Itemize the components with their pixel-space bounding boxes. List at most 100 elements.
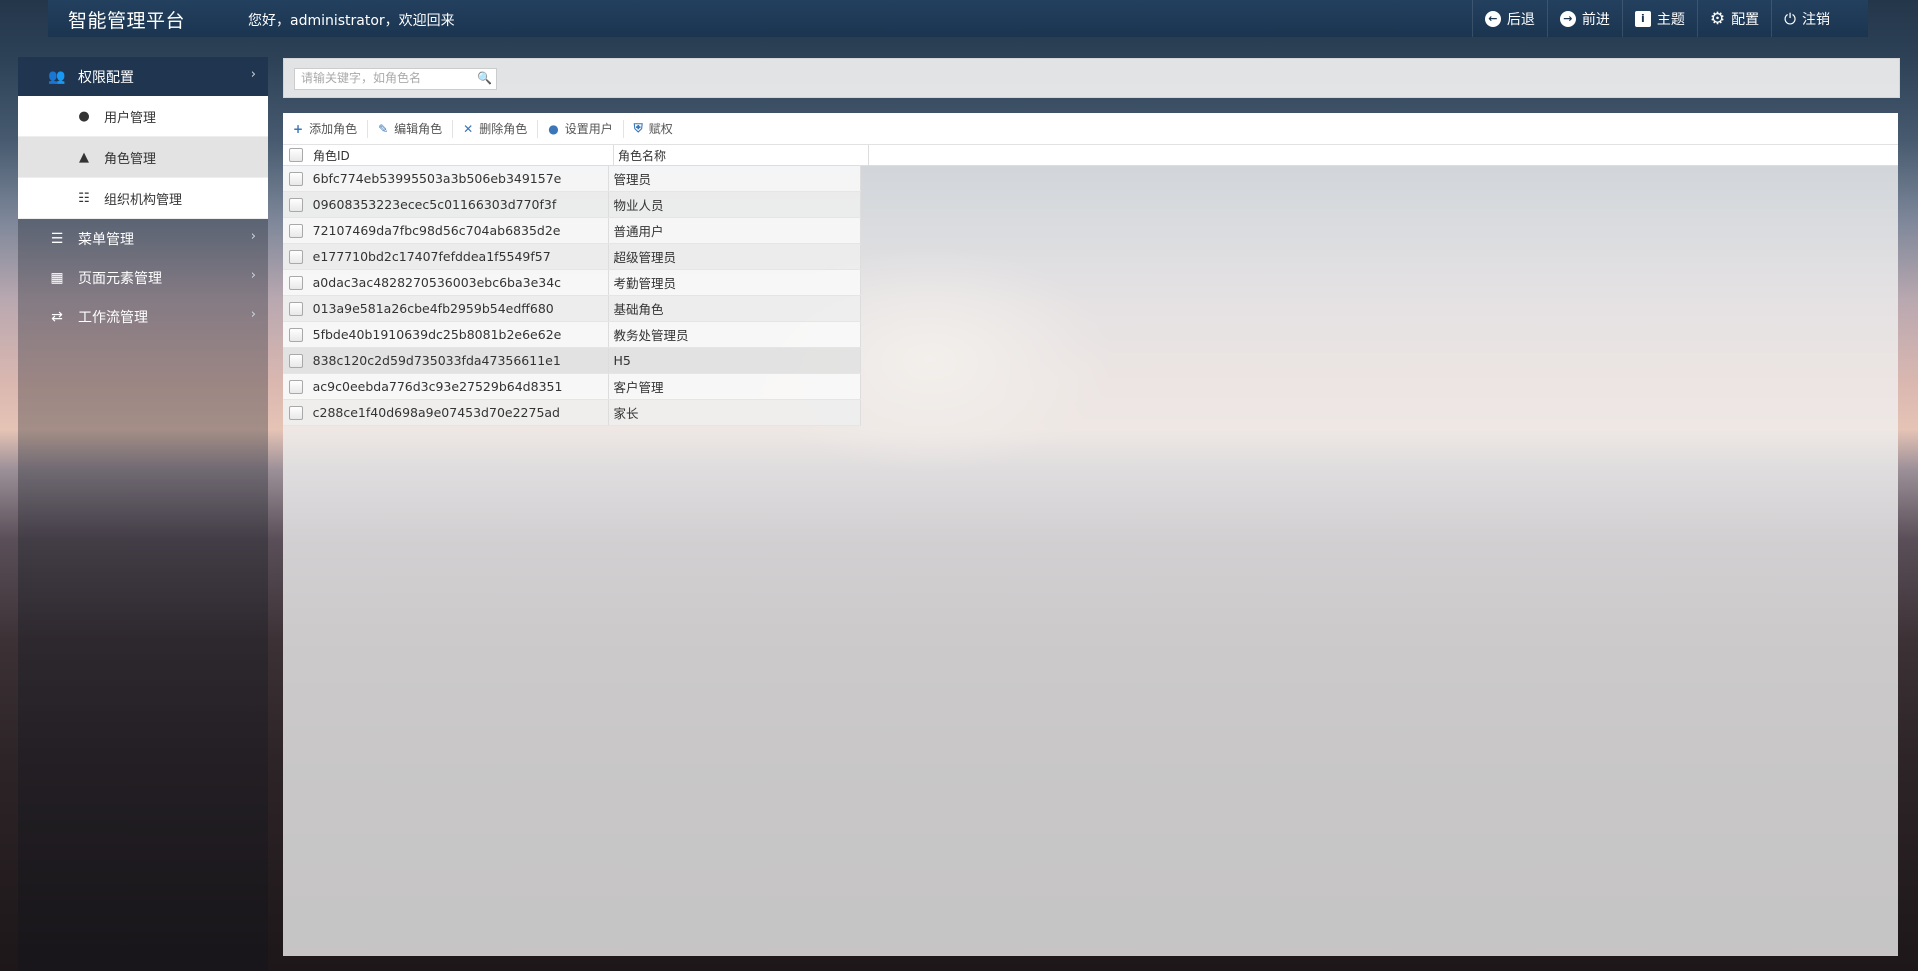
- shuffle-icon: ⇄: [51, 308, 63, 325]
- table-row[interactable]: 72107469da7fbc98d56c704ab6835d2e 普通用户: [283, 218, 861, 244]
- row-checkbox[interactable]: [288, 379, 303, 394]
- search-input[interactable]: [295, 69, 477, 87]
- table-row[interactable]: 838c120c2d59d735033fda47356611e1 H5: [283, 348, 861, 374]
- role-name-cell: 物业人员: [609, 192, 861, 217]
- plus-icon: +: [293, 121, 304, 136]
- user-icon: ●: [548, 121, 559, 136]
- column-header-role-name[interactable]: 角色名称: [614, 145, 869, 165]
- theme-button[interactable]: i 主题: [1621, 0, 1697, 37]
- role-id-cell: 72107469da7fbc98d56c704ab6835d2e: [309, 218, 610, 243]
- forward-button[interactable]: → 前进: [1546, 0, 1622, 37]
- role-name-cell: 普通用户: [609, 218, 861, 243]
- chevron-right-icon: ›: [250, 229, 256, 244]
- search-panel: 🔍: [283, 58, 1900, 98]
- chevron-right-icon: ›: [250, 67, 256, 82]
- toolbar-label: 赋权: [648, 122, 673, 136]
- row-checkbox[interactable]: [288, 171, 303, 186]
- table-row[interactable]: a0dac3ac4828270536003ebc6ba3e34c 考勤管理员: [283, 270, 861, 296]
- table-row[interactable]: e177710bd2c17407fefddea1f5549f57 超级管理员: [283, 244, 861, 270]
- chevron-right-icon: ›: [250, 307, 256, 322]
- role-name-cell: H5: [609, 348, 861, 373]
- grid-icon: ▦: [50, 269, 64, 286]
- user-icon: ●: [78, 108, 90, 124]
- graduation-cap-icon: ▲: [79, 149, 89, 165]
- edit-role-button[interactable]: ✎ 编辑角色: [368, 119, 454, 138]
- power-icon: ⏻: [1784, 9, 1796, 28]
- logout-button[interactable]: ⏻ 注销: [1771, 0, 1842, 37]
- role-id-cell: ac9c0eebda776d3c93e27529b64d8351: [309, 374, 610, 399]
- role-id-cell: 013a9e581a26cbe4fb2959b54edff680: [309, 296, 610, 321]
- sidebar-group-label: 菜单管理: [78, 231, 134, 248]
- theme-label: 主题: [1656, 11, 1685, 28]
- table-row[interactable]: 09608353223ecec5c01166303d770f3f 物业人员: [283, 192, 861, 218]
- top-actions: ← 后退 → 前进 i 主题 ⚙ 配置 ⏻ 注销: [1471, 0, 1868, 37]
- times-icon: ✕: [463, 121, 474, 136]
- sidebar-item-roles[interactable]: ▲ 角色管理: [18, 137, 268, 178]
- table-row[interactable]: 6bfc774eb53995503a3b506eb349157e 管理员: [283, 166, 861, 192]
- row-checkbox[interactable]: [288, 405, 303, 420]
- set-users-button[interactable]: ● 设置用户: [538, 119, 624, 138]
- row-checkbox[interactable]: [288, 301, 303, 316]
- sidebar-group-label: 权限配置: [78, 69, 134, 86]
- toolbar-label: 删除角色: [479, 122, 528, 136]
- back-label: 后退: [1506, 11, 1535, 28]
- toolbar-label: 设置用户: [564, 122, 613, 136]
- row-checkbox[interactable]: [288, 223, 303, 238]
- grant-permission-button[interactable]: ⛨ 赋权: [624, 120, 683, 138]
- settings-label: 配置: [1731, 11, 1760, 28]
- search-icon[interactable]: 🔍: [477, 71, 492, 85]
- role-id-cell: c288ce1f40d698a9e07453d70e2275ad: [309, 400, 610, 425]
- sidebar-item-label: 组织机构管理: [104, 192, 183, 208]
- logout-label: 注销: [1802, 11, 1830, 28]
- column-header-role-id[interactable]: 角色ID: [309, 145, 614, 165]
- sidebar-group-menus[interactable]: ☰ 菜单管理 ›: [18, 219, 268, 258]
- role-id-cell: 5fbde40b1910639dc25b8081b2e6e62e: [309, 322, 610, 347]
- row-checkbox[interactable]: [288, 197, 303, 212]
- sidebar-group-page-elements[interactable]: ▦ 页面元素管理 ›: [18, 258, 268, 297]
- theme-icon: i: [1634, 10, 1651, 27]
- sidebar-group-label: 页面元素管理: [78, 270, 162, 287]
- table-row[interactable]: c288ce1f40d698a9e07453d70e2275ad 家长: [283, 400, 861, 426]
- role-name-cell: 基础角色: [609, 296, 861, 321]
- sidebar-item-users[interactable]: ● 用户管理: [18, 96, 268, 137]
- table-header: 角色ID 角色名称: [283, 145, 1898, 166]
- role-name-cell: 管理员: [609, 166, 861, 191]
- role-id-cell: a0dac3ac4828270536003ebc6ba3e34c: [309, 270, 610, 295]
- welcome-message: 您好，administrator，欢迎回来: [248, 13, 455, 29]
- role-id-cell: 838c120c2d59d735033fda47356611e1: [309, 348, 610, 373]
- sidebar-group-workflow[interactable]: ⇄ 工作流管理 ›: [18, 297, 268, 336]
- arrow-left-circle-icon: ←: [1484, 10, 1501, 27]
- role-name-cell: 家长: [609, 400, 861, 425]
- main-content: + 添加角色 ✎ 编辑角色 ✕ 删除角色 ● 设置用户 ⛨ 赋权 角色ID 角色…: [283, 113, 1898, 956]
- app-title: 智能管理平台: [68, 10, 186, 32]
- forward-label: 前进: [1581, 11, 1610, 28]
- row-checkbox[interactable]: [288, 327, 303, 342]
- table-body: 6bfc774eb53995503a3b506eb349157e 管理员 096…: [283, 166, 1898, 426]
- role-name-cell: 超级管理员: [609, 244, 861, 269]
- row-checkbox[interactable]: [288, 353, 303, 368]
- arrow-right-circle-icon: →: [1559, 10, 1576, 27]
- sidebar-item-organization[interactable]: ☷ 组织机构管理: [18, 178, 268, 219]
- toolbar-label: 编辑角色: [394, 122, 443, 136]
- toolbar-label: 添加角色: [309, 122, 358, 136]
- table-row[interactable]: ac9c0eebda776d3c93e27529b64d8351 客户管理: [283, 374, 861, 400]
- table-row[interactable]: 5fbde40b1910639dc25b8081b2e6e62e 教务处管理员: [283, 322, 861, 348]
- back-button[interactable]: ← 后退: [1471, 0, 1547, 37]
- sidebar: 👥 权限配置 › ● 用户管理 ▲ 角色管理 ☷ 组织机构管理 ☰ 菜单管理 ›…: [18, 57, 268, 971]
- users-icon: 👥: [48, 68, 66, 85]
- sidebar-group-label: 工作流管理: [78, 309, 148, 326]
- sidebar-item-label: 角色管理: [104, 151, 157, 167]
- table-row[interactable]: 013a9e581a26cbe4fb2959b54edff680 基础角色: [283, 296, 861, 322]
- search-box: 🔍: [294, 68, 497, 90]
- pencil-icon: ✎: [378, 121, 389, 136]
- row-checkbox[interactable]: [288, 275, 303, 290]
- add-role-button[interactable]: + 添加角色: [283, 119, 369, 138]
- row-checkbox[interactable]: [288, 249, 303, 264]
- sidebar-group-permissions[interactable]: 👥 权限配置 ›: [18, 57, 268, 96]
- settings-button[interactable]: ⚙ 配置: [1696, 0, 1771, 37]
- delete-role-button[interactable]: ✕ 删除角色: [453, 119, 539, 138]
- role-name-cell: 考勤管理员: [609, 270, 861, 295]
- role-id-cell: 09608353223ecec5c01166303d770f3f: [309, 192, 610, 217]
- toolbar: + 添加角色 ✎ 编辑角色 ✕ 删除角色 ● 设置用户 ⛨ 赋权: [283, 113, 1898, 145]
- select-all-checkbox[interactable]: [289, 148, 303, 162]
